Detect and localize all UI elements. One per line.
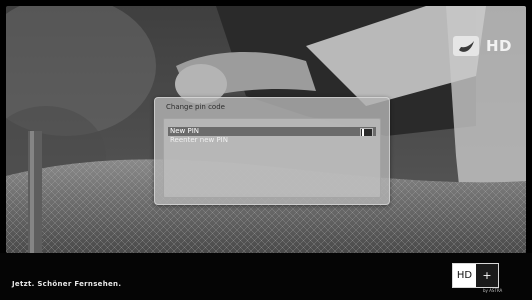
channel-logo-icon xyxy=(452,36,479,56)
hdplus-subtitle: by ASTRA xyxy=(483,288,503,293)
text-cursor xyxy=(362,129,364,136)
hd-label: HD xyxy=(485,37,512,55)
reenter-pin-field[interactable]: Reenter new PIN xyxy=(168,136,376,145)
channel-brand: HD xyxy=(452,36,512,56)
tv-screen: HD Change pin code New PIN Reenter new P… xyxy=(0,0,532,300)
reenter-pin-label: Reenter new PIN xyxy=(170,136,228,144)
hdplus-plus: + xyxy=(476,264,498,287)
hdplus-hd: HD xyxy=(453,264,476,287)
new-pin-label: New PIN xyxy=(170,127,200,135)
change-pin-dialog: Change pin code New PIN Reenter new PIN xyxy=(154,97,390,205)
dialog-title: Change pin code xyxy=(166,103,225,111)
slogan-text: Jetzt. Schöner Fernsehen. xyxy=(12,280,122,288)
dialog-body: New PIN Reenter new PIN xyxy=(163,118,381,198)
new-pin-field[interactable]: New PIN xyxy=(168,127,376,137)
hdplus-logo: HD + xyxy=(452,263,499,288)
